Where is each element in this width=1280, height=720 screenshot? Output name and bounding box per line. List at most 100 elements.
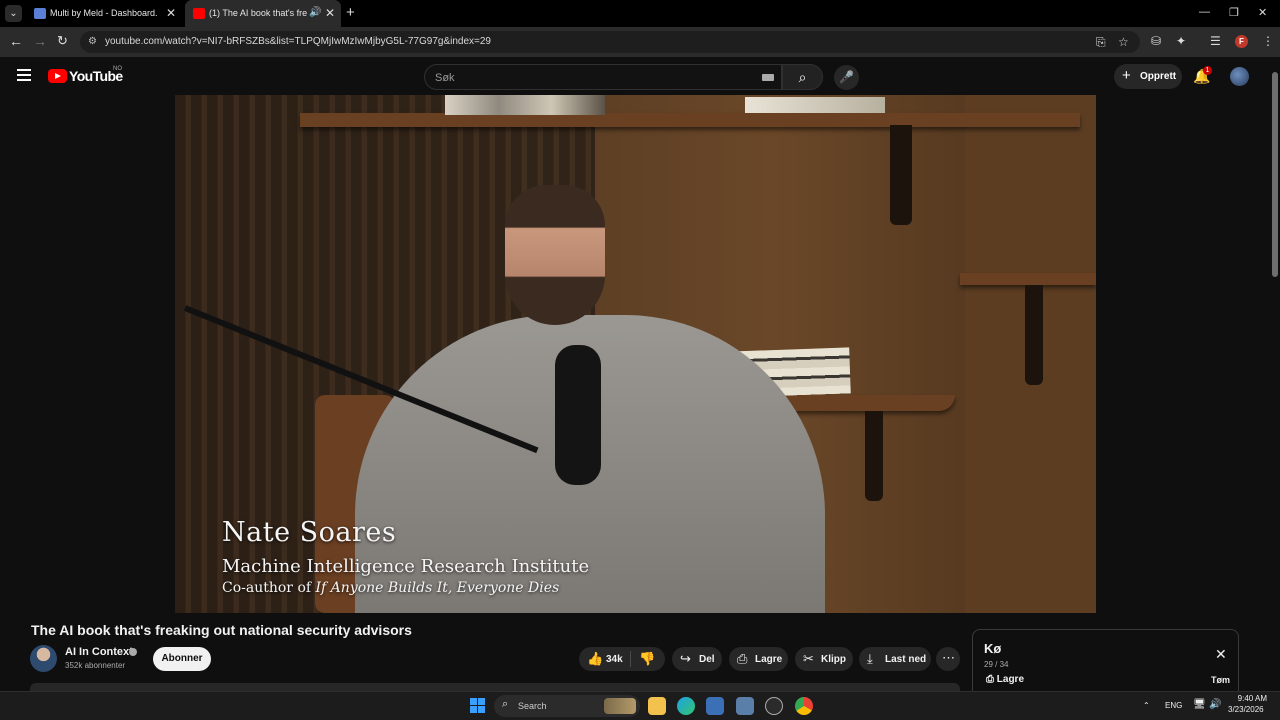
video-books bbox=[445, 95, 605, 115]
video-player[interactable]: Nate Soares Machine Intelligence Researc… bbox=[175, 95, 1096, 613]
channel-name[interactable]: AI In Context bbox=[65, 646, 133, 658]
more-actions-button[interactable]: ⋯ bbox=[936, 647, 960, 671]
voice-search-button[interactable]: 🎤 bbox=[834, 65, 859, 90]
close-queue-icon[interactable]: ✕ bbox=[1215, 646, 1227, 663]
speaker-book-credit: Co-author of If Anyone Builds It, Everyo… bbox=[222, 580, 589, 596]
clock-date[interactable]: 3/23/2026 bbox=[1228, 705, 1264, 714]
reading-list-icon[interactable]: ☰ bbox=[1210, 34, 1221, 48]
address-bar[interactable]: ⚙ youtube.com/watch?v=NI7-bRFSZBs&list=T… bbox=[80, 31, 1140, 53]
file-explorer-icon[interactable] bbox=[648, 697, 666, 715]
queue-position: 29 / 34 bbox=[984, 660, 1009, 669]
profile-avatar[interactable]: F bbox=[1235, 35, 1248, 48]
subscribe-button[interactable]: Abonner bbox=[153, 647, 211, 671]
back-icon[interactable]: ← bbox=[9, 33, 23, 49]
dislike-icon[interactable]: 👎 bbox=[639, 651, 655, 667]
snipping-tool-icon[interactable] bbox=[736, 697, 754, 715]
description-box[interactable] bbox=[30, 683, 960, 691]
chrome-icon[interactable] bbox=[795, 697, 813, 715]
like-icon[interactable]: 👍 bbox=[587, 651, 603, 667]
scissors-icon: ✂ bbox=[803, 651, 814, 666]
address-url[interactable]: youtube.com/watch?v=NI7-bRFSZBs&list=TLP… bbox=[105, 36, 491, 47]
reload-icon[interactable]: ↻ bbox=[57, 33, 68, 49]
verified-badge-icon bbox=[129, 648, 137, 656]
new-tab-icon[interactable]: + bbox=[346, 4, 355, 21]
browser-tab-meld[interactable]: Multi by Meld - Dashboard. ✕ bbox=[26, 0, 182, 27]
save-button[interactable]: ⎙ Lagre bbox=[729, 647, 788, 671]
queue-panel: Kø 29 / 34 ✕ ⎙ Lagre Tøm bbox=[972, 629, 1239, 691]
video-shelf-bracket bbox=[865, 411, 883, 501]
tab-title: Multi by Meld - Dashboard. bbox=[50, 8, 158, 18]
bookmark-icon: ⎙ bbox=[986, 674, 994, 685]
bookmark-star-icon[interactable]: ☆ bbox=[1118, 35, 1129, 49]
clock-time[interactable]: 9:40 AM bbox=[1237, 694, 1267, 703]
video-shelf bbox=[960, 273, 1096, 285]
taskbar-search-label: Search bbox=[518, 701, 547, 711]
page-scrollbar[interactable] bbox=[1270, 57, 1280, 691]
create-button[interactable]: + Opprett bbox=[1114, 64, 1182, 89]
queue-title: Kø bbox=[984, 641, 1002, 656]
restore-icon[interactable]: ❐ bbox=[1229, 6, 1239, 19]
clip-button[interactable]: ✂ Klipp bbox=[795, 647, 853, 671]
close-tab-icon[interactable]: ✕ bbox=[325, 6, 335, 20]
tab-search-dropdown-icon[interactable]: ⌄ bbox=[5, 5, 22, 22]
search-box[interactable] bbox=[424, 64, 782, 90]
speaker-name: Nate Soares bbox=[222, 517, 397, 548]
account-avatar[interactable] bbox=[1230, 67, 1249, 86]
video-shelf bbox=[300, 113, 1080, 127]
search-button[interactable]: ⌕ bbox=[782, 64, 823, 90]
share-button[interactable]: ↪ Del bbox=[672, 647, 722, 671]
menu-icon[interactable] bbox=[17, 69, 31, 81]
youtube-header: YouTube NO ⌕ 🎤 + Opprett 🔔 1 bbox=[0, 57, 1270, 95]
forward-icon[interactable]: → bbox=[33, 33, 47, 49]
search-input[interactable] bbox=[435, 70, 745, 86]
like-count[interactable]: 34k bbox=[606, 654, 623, 665]
channel-avatar[interactable] bbox=[30, 645, 57, 672]
country-code: NO bbox=[113, 66, 122, 72]
mic-icon: 🎤 bbox=[839, 70, 854, 84]
book-title: If Anyone Builds It, Everyone Dies bbox=[315, 580, 560, 596]
site-info-icon[interactable]: ⚙ bbox=[88, 36, 97, 47]
youtube-logo-icon[interactable] bbox=[48, 69, 67, 83]
keyboard-icon[interactable] bbox=[762, 74, 774, 81]
taskbar-search[interactable]: ⌕ Search bbox=[494, 695, 640, 717]
video-microphone bbox=[555, 345, 601, 485]
show-hidden-icons-icon[interactable]: ⌃ bbox=[1143, 701, 1150, 710]
subscriber-count: 352k abonnenter bbox=[65, 661, 126, 670]
taskbar-app-icon[interactable] bbox=[706, 697, 724, 715]
audio-playing-icon[interactable]: 🔊 bbox=[309, 7, 321, 18]
video-title: The AI book that's freaking out national… bbox=[31, 622, 412, 638]
download-button[interactable]: ⤓ Last ned bbox=[859, 647, 931, 671]
edge-browser-icon[interactable] bbox=[677, 697, 695, 715]
clip-label: Klipp bbox=[821, 654, 846, 665]
network-icon[interactable]: 🖥 bbox=[1193, 699, 1206, 710]
close-window-icon[interactable]: ✕ bbox=[1258, 6, 1267, 19]
create-label: Opprett bbox=[1140, 71, 1177, 82]
chrome-menu-icon[interactable]: ⋮ bbox=[1262, 34, 1274, 48]
close-tab-icon[interactable]: ✕ bbox=[166, 6, 176, 20]
extension-icon[interactable]: ⛁ bbox=[1151, 34, 1161, 48]
queue-save-label: Lagre bbox=[996, 674, 1025, 685]
bookmark-icon: ⎙ bbox=[737, 651, 748, 666]
windows-taskbar: ⌕ Search ⌃ ENG 🖥 🔊 9:40 AM 3/23/2026 bbox=[0, 691, 1280, 720]
save-label: Lagre bbox=[755, 654, 783, 665]
scrollbar-thumb[interactable] bbox=[1272, 72, 1278, 277]
share-label: Del bbox=[699, 654, 715, 665]
minimize-icon[interactable]: — bbox=[1199, 6, 1210, 18]
more-dots-icon: ⋯ bbox=[942, 650, 955, 665]
plus-icon: + bbox=[1122, 67, 1131, 84]
like-divider bbox=[630, 651, 631, 667]
search-icon: ⌕ bbox=[502, 698, 509, 710]
queue-save-button[interactable]: ⎙ Lagre bbox=[986, 674, 1024, 685]
queue-clear-button[interactable]: Tøm bbox=[1211, 675, 1230, 685]
windows-start-icon[interactable] bbox=[470, 698, 486, 714]
search-icon: ⌕ bbox=[798, 69, 807, 85]
browser-tab-youtube[interactable]: (1) The AI book that's freakir 🔊 ✕ bbox=[185, 0, 341, 27]
volume-icon[interactable]: 🔊 bbox=[1209, 699, 1221, 710]
install-app-icon[interactable]: ⎘ bbox=[1096, 35, 1106, 50]
puzzle-extensions-icon[interactable]: ✦ bbox=[1176, 34, 1186, 48]
language-indicator[interactable]: ENG bbox=[1165, 701, 1182, 710]
download-icon: ⤓ bbox=[867, 651, 873, 666]
coauthor-prefix: Co-author of bbox=[222, 580, 312, 596]
download-label: Last ned bbox=[885, 654, 927, 665]
taskbar-app-icon[interactable] bbox=[765, 697, 783, 715]
